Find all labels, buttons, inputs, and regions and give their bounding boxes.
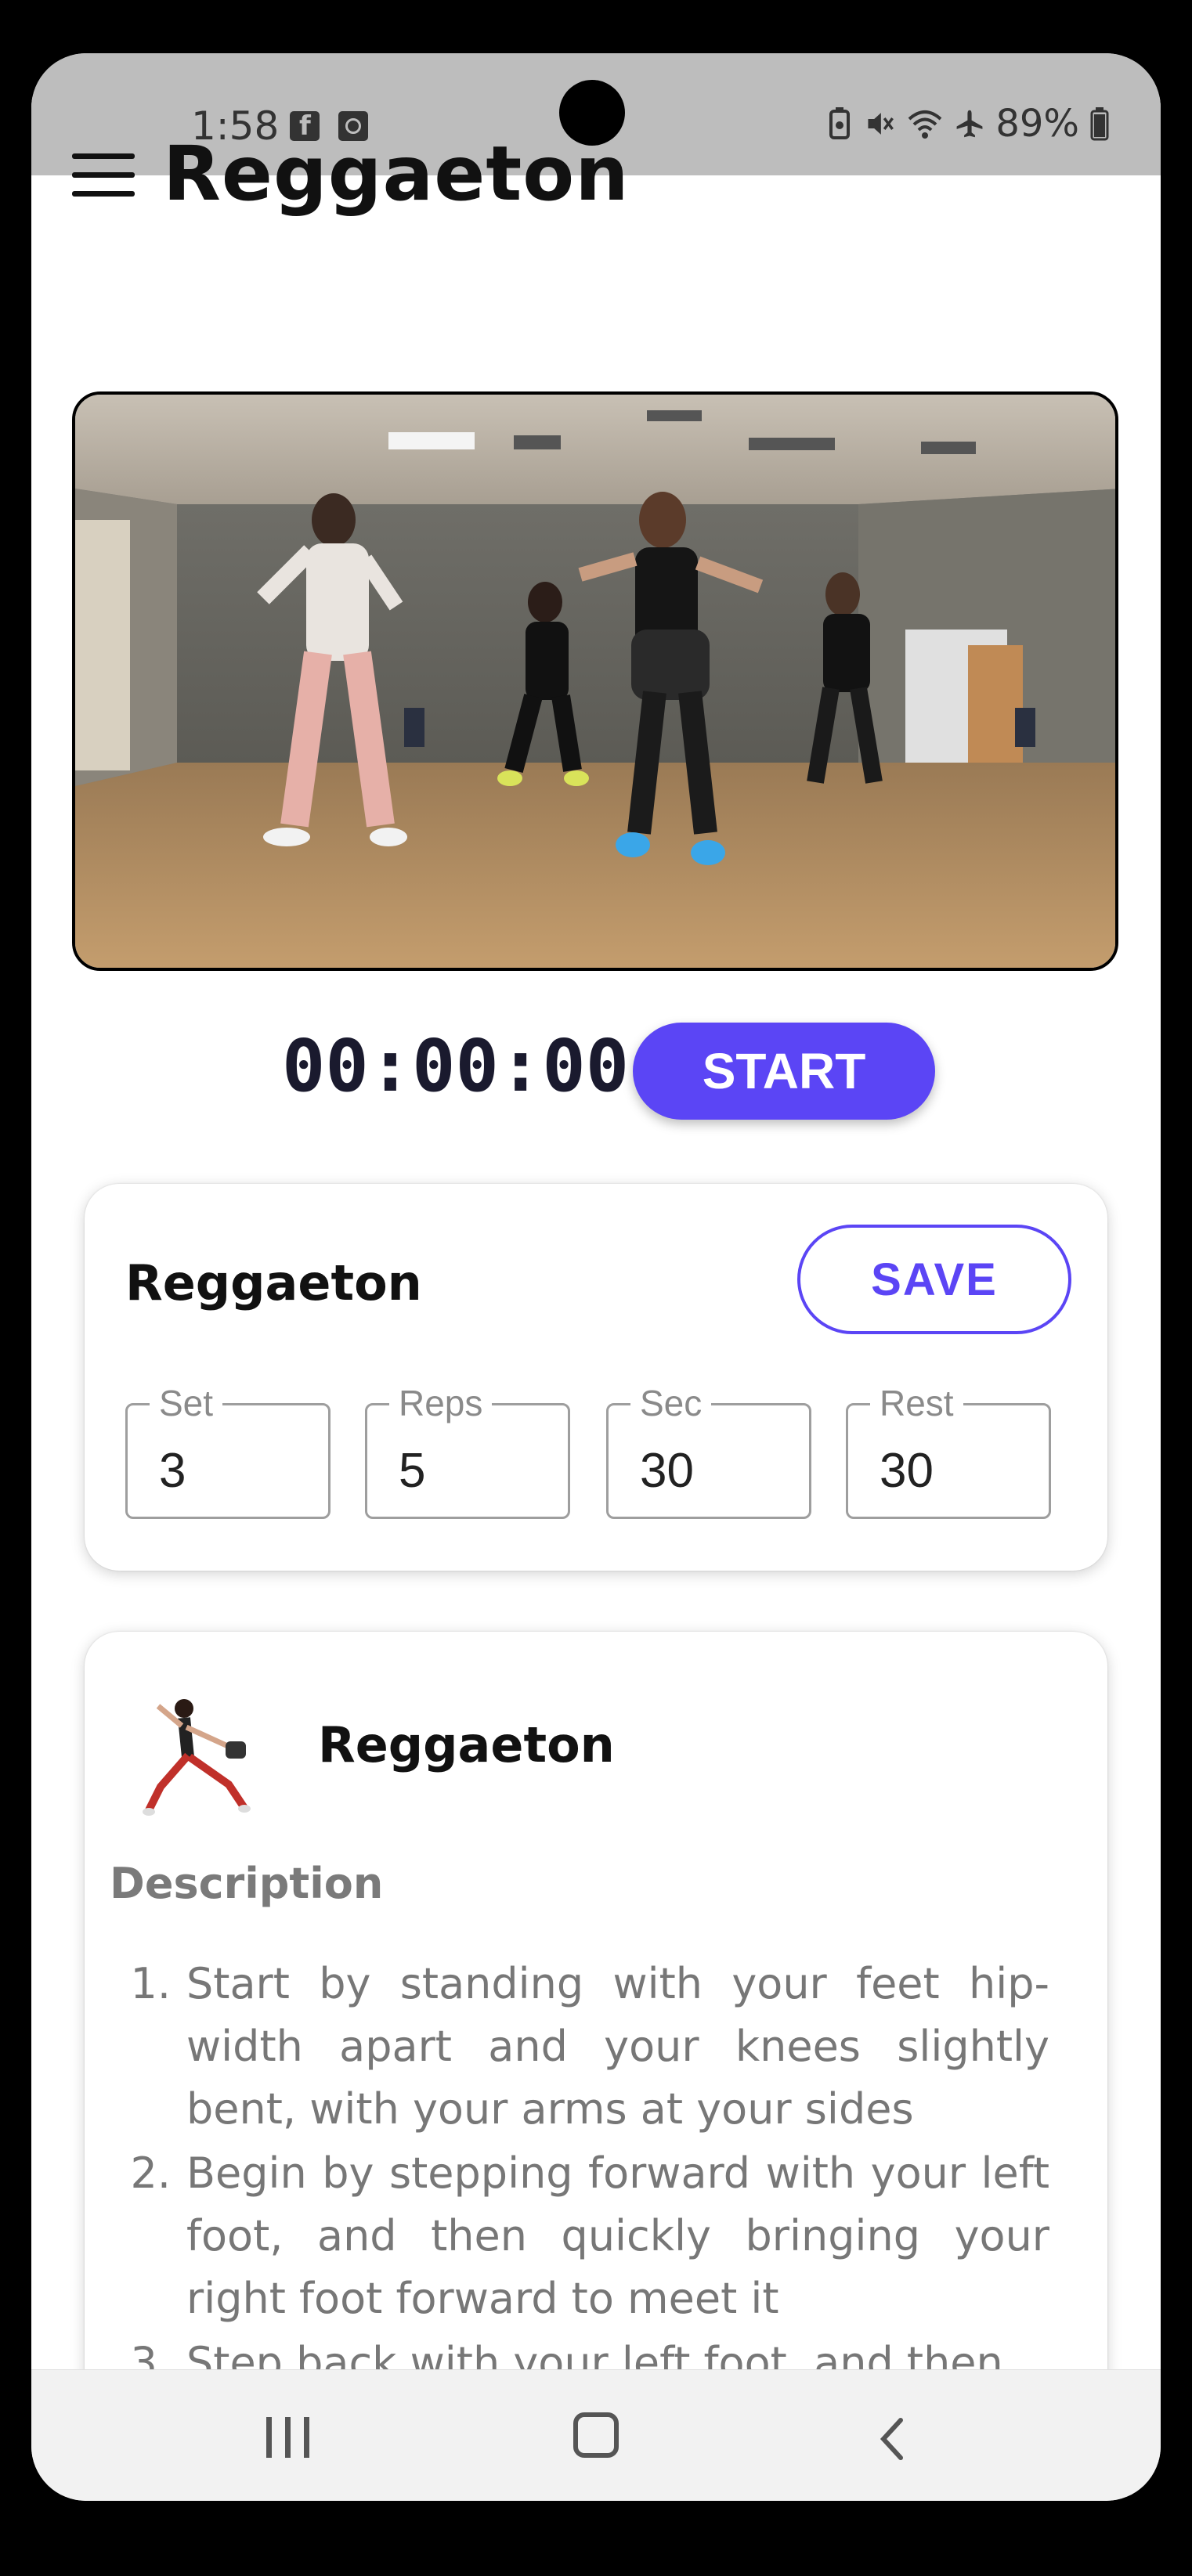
set-field-label: Set <box>150 1382 223 1424</box>
system-navigation-bar <box>31 2369 1161 2501</box>
page-title: Reggaeton <box>163 130 630 218</box>
reps-field-label: Reps <box>389 1382 493 1424</box>
reps-field[interactable]: Reps 5 <box>365 1382 570 1519</box>
rest-field-value[interactable]: 30 <box>880 1443 934 1499</box>
screen: 1:58 f 89% Reggaeton 00:00:00 START Regg… <box>31 53 1161 2501</box>
list-item: 2. Begin by stepping forward with your l… <box>110 2142 1049 2330</box>
rest-field-label: Rest <box>870 1382 963 1424</box>
recent-apps-icon[interactable] <box>266 2417 313 2458</box>
step-number: 1. <box>130 1959 171 2008</box>
step-number: 2. <box>130 2148 171 2198</box>
hamburger-menu-icon[interactable] <box>72 153 135 200</box>
settings-card-title: Reggaeton <box>125 1254 422 1311</box>
sec-field-label: Sec <box>630 1382 712 1424</box>
back-icon[interactable] <box>876 2415 907 2462</box>
start-button[interactable]: START <box>633 1023 935 1120</box>
workout-settings-card: Reggaeton SAVE Set 3 Reps 5 Sec 30 Rest … <box>85 1184 1107 1571</box>
phone-frame: 1:58 f 89% Reggaeton 00:00:00 START Regg… <box>0 0 1192 2576</box>
battery-icon <box>1090 107 1109 141</box>
set-field[interactable]: Set 3 <box>125 1382 331 1519</box>
sec-field-value[interactable]: 30 <box>640 1443 694 1499</box>
description-heading: Description <box>110 1859 384 1908</box>
exercise-thumbnail-image <box>143 1699 251 1816</box>
step-text: Start by standing with your feet hip-wid… <box>186 1959 1049 2134</box>
reps-field-value[interactable]: 5 <box>399 1443 425 1499</box>
instruction-list: 1. Start by standing with your feet hip-… <box>110 1953 1049 2396</box>
battery-saver-icon <box>829 107 851 139</box>
step-text: Begin by stepping forward with your left… <box>186 2148 1049 2323</box>
mute-icon <box>868 113 894 135</box>
exercise-title: Reggaeton <box>318 1716 615 1773</box>
list-item: 1. Start by standing with your feet hip-… <box>110 1953 1049 2141</box>
battery-percent: 89% <box>995 102 1079 146</box>
sec-field[interactable]: Sec 30 <box>606 1382 811 1519</box>
rest-field[interactable]: Rest 30 <box>846 1382 1051 1519</box>
video-frame-image <box>75 395 1115 968</box>
exercise-video[interactable] <box>72 391 1118 971</box>
wifi-icon <box>908 110 942 139</box>
airplane-mode-icon <box>956 110 983 138</box>
home-icon[interactable] <box>573 2412 619 2458</box>
set-field-value[interactable]: 3 <box>159 1443 186 1499</box>
timer-display: 00:00:00 <box>282 1024 630 1108</box>
save-button[interactable]: SAVE <box>797 1225 1071 1334</box>
